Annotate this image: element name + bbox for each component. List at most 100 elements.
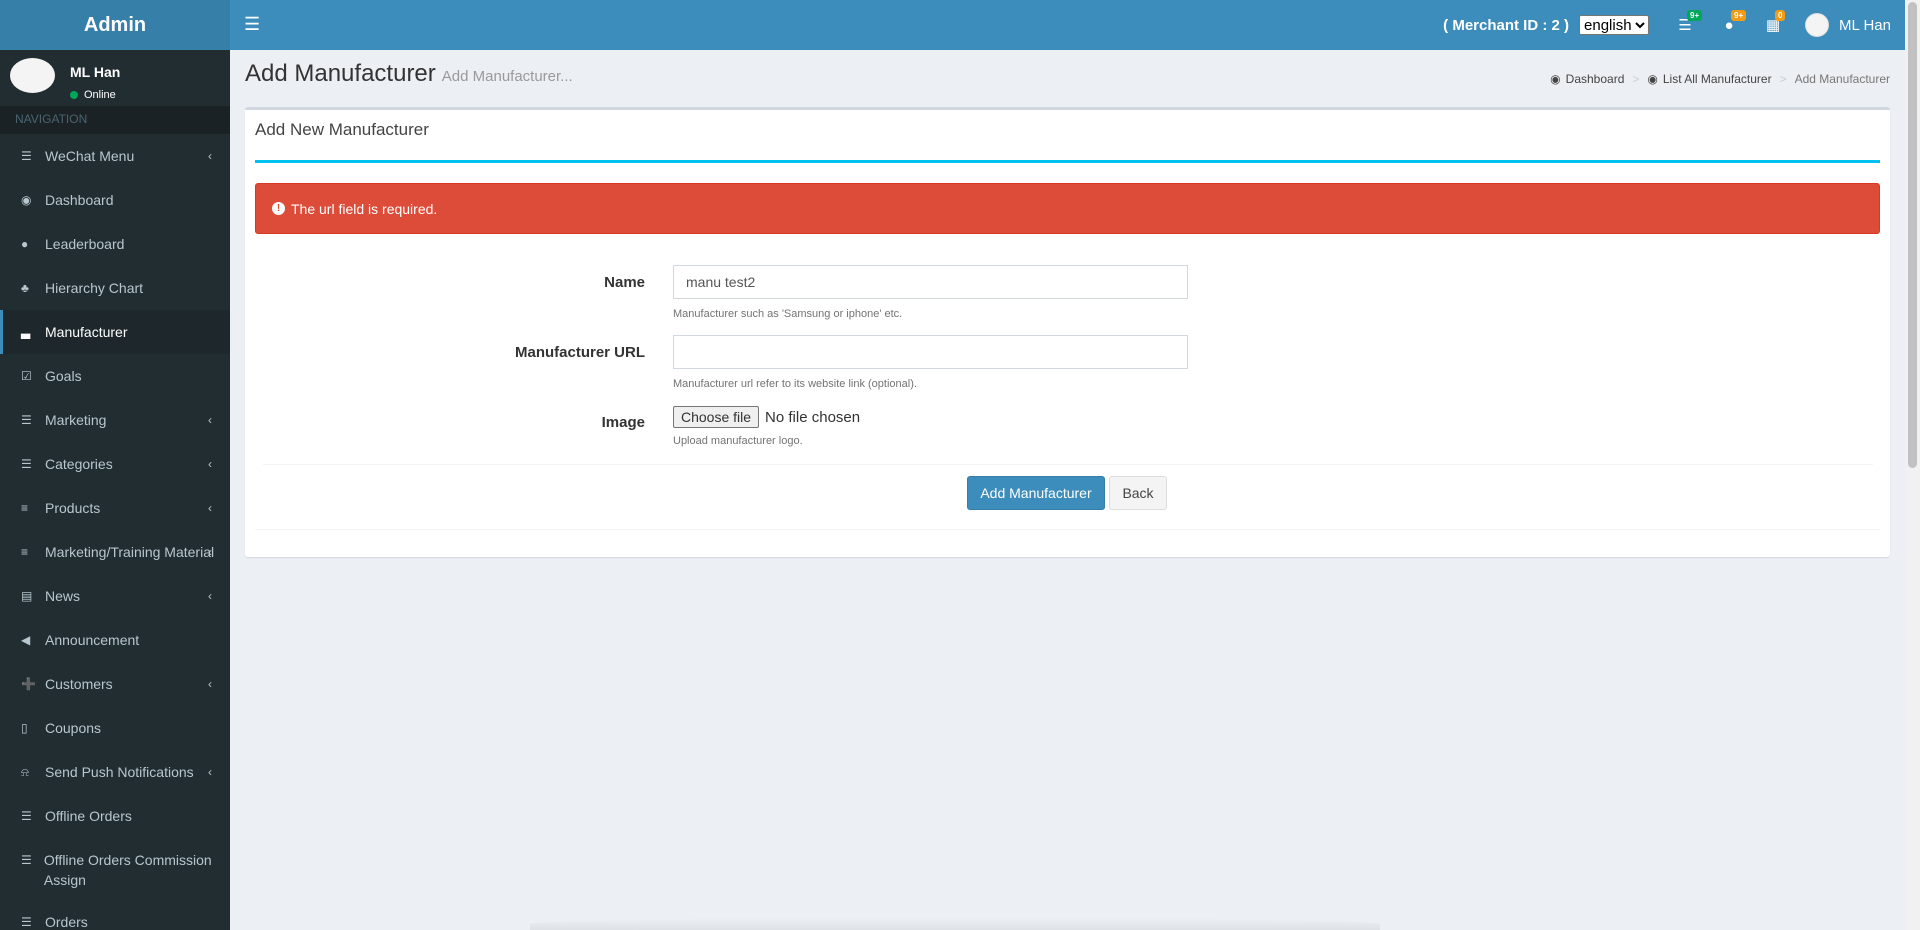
chevron-left-icon: ‹ bbox=[208, 765, 212, 779]
sidebar-toggle-icon[interactable]: ☰ bbox=[244, 14, 264, 34]
language-select[interactable]: english bbox=[1579, 15, 1650, 35]
page-title: Add Manufacturer bbox=[245, 60, 436, 87]
breadcrumb-list-manufacturer[interactable]: List All Manufacturer bbox=[1663, 72, 1772, 86]
check-square-icon: ☑ bbox=[21, 369, 32, 383]
top-navbar: ☰ ( Merchant ID : 2 ) english ☰ 9+ ● 9+ … bbox=[230, 0, 1905, 50]
breadcrumb-current: Add Manufacturer bbox=[1794, 72, 1890, 86]
sidebar-item-label: Offline Orders bbox=[45, 808, 132, 824]
chevron-left-icon: ‹ bbox=[208, 457, 212, 471]
choose-file-button[interactable]: Choose file bbox=[673, 406, 760, 428]
image-help: Upload manufacturer logo. bbox=[673, 435, 803, 447]
scrollbar-thumb[interactable] bbox=[1908, 2, 1917, 468]
sidebar-item-label: Hierarchy Chart bbox=[45, 280, 144, 296]
users-badge: 9+ bbox=[1731, 10, 1747, 21]
error-message: The url field is required. bbox=[291, 200, 438, 217]
sidebar-item-dashboard[interactable]: ◉ Dashboard bbox=[0, 178, 230, 222]
sidebar-item-marketing[interactable]: ☰ Marketing ‹ bbox=[0, 398, 230, 442]
sidebar-item-orders[interactable]: ☰ Orders bbox=[0, 900, 230, 930]
divider bbox=[255, 160, 1880, 163]
bell-icon: ⍾ bbox=[21, 764, 29, 779]
sidebar-item-customers[interactable]: ➕ Customers ‹ bbox=[0, 662, 230, 706]
name-label: Name bbox=[604, 274, 645, 291]
page-shadow bbox=[530, 918, 1380, 930]
industry-icon: ▃ bbox=[21, 325, 31, 339]
sidebar-menu: ☰ WeChat Menu ‹ ◉ Dashboard ● Leaderboard ♣ Hier… bbox=[0, 134, 230, 930]
apps-menu[interactable]: ▦ 0 bbox=[1751, 0, 1795, 50]
sidebar-item-announcement[interactable]: ◀ Announcement bbox=[0, 618, 230, 662]
url-input[interactable] bbox=[673, 335, 1188, 369]
image-file-input[interactable]: Choose file No file chosen bbox=[673, 406, 860, 428]
sidebar-item-label: Coupons bbox=[45, 720, 102, 736]
name-input[interactable] bbox=[673, 265, 1188, 299]
error-alert: ! The url field is required. bbox=[255, 183, 1880, 234]
sidebar-item-hierarchy-chart[interactable]: ♣ Hierarchy Chart bbox=[0, 266, 230, 310]
sidebar-item-label: Marketing/Training Material bbox=[45, 544, 215, 560]
sidebar-item-label: Categories bbox=[45, 456, 113, 472]
url-label: Manufacturer URL bbox=[514, 344, 645, 361]
user-avatar bbox=[10, 58, 55, 93]
user-plus-icon: ➕ bbox=[21, 677, 36, 691]
sidebar-item-label: Offline Orders Commission Assign bbox=[43, 852, 212, 888]
sidebar-item-send-push-notifications[interactable]: ⍾ Send Push Notifications ‹ bbox=[0, 750, 230, 794]
merchant-id: ( Merchant ID : 2 ) bbox=[1443, 16, 1570, 34]
nav-header: NAVIGATION bbox=[0, 106, 230, 134]
back-button[interactable]: Back bbox=[1109, 476, 1167, 510]
sidebar-item-wechat-menu[interactable]: ☰ WeChat Menu ‹ bbox=[0, 134, 230, 178]
sidebar-item-coupons[interactable]: ▯ Coupons bbox=[0, 706, 230, 750]
bars-icon: ☰ bbox=[21, 149, 32, 163]
sidebar-item-news[interactable]: ▤ News ‹ bbox=[0, 574, 230, 618]
bars-icon: ☰ bbox=[21, 457, 32, 471]
file-status: No file chosen bbox=[765, 408, 861, 426]
tasks-menu[interactable]: ☰ 9+ bbox=[1663, 0, 1707, 50]
database-icon: ≡ bbox=[21, 501, 29, 515]
tasks-badge: 9+ bbox=[1687, 10, 1703, 21]
url-help: Manufacturer url refer to its website li… bbox=[673, 378, 917, 390]
chevron-left-icon: ‹ bbox=[208, 589, 212, 603]
user-panel-name: ML Han bbox=[70, 64, 121, 80]
add-manufacturer-button[interactable]: Add Manufacturer bbox=[967, 476, 1105, 510]
dashboard-icon: ◉ bbox=[21, 193, 32, 207]
list-icon: ☰ bbox=[21, 853, 32, 867]
chevron-left-icon: ‹ bbox=[208, 501, 212, 515]
chevron-left-icon: ‹ bbox=[208, 677, 212, 691]
chevron-left-icon: ‹ bbox=[208, 545, 212, 559]
avatar bbox=[1805, 13, 1830, 37]
image-label: Image bbox=[601, 414, 645, 431]
breadcrumb: ◉ Dashboard > ◉ List All Manufacturer > … bbox=[1550, 72, 1890, 86]
brand-logo[interactable]: Admin bbox=[0, 0, 230, 50]
sidebar: ML Han Online NAVIGATION ☰ WeChat Menu ‹ ◉ D… bbox=[0, 50, 230, 930]
sidebar-item-offline-orders[interactable]: ☰ Offline Orders bbox=[0, 794, 230, 838]
sidebar-item-marketing-training-material[interactable]: ≡ Marketing/Training Material ‹ bbox=[0, 530, 230, 574]
tree-icon: ♣ bbox=[21, 281, 29, 295]
user-menu[interactable]: ML Han bbox=[1795, 13, 1905, 37]
breadcrumb-dashboard[interactable]: Dashboard bbox=[1566, 72, 1625, 86]
sidebar-item-offline-orders-commission-assign[interactable]: ☰ Offline Orders Commission Assign bbox=[0, 838, 230, 900]
breadcrumb-separator: > bbox=[1632, 72, 1640, 86]
users-menu[interactable]: ● 9+ bbox=[1707, 0, 1751, 50]
sidebar-item-label: Customers bbox=[45, 676, 113, 692]
sidebar-item-label: Announcement bbox=[45, 632, 140, 648]
sidebar-item-label: WeChat Menu bbox=[45, 148, 135, 164]
content-header: Add Manufacturer Add Manufacturer... ◉ Da… bbox=[245, 60, 1890, 100]
database-icon: ≡ bbox=[21, 545, 29, 559]
tablet-icon: ▯ bbox=[21, 721, 28, 735]
sidebar-item-label: Manufacturer bbox=[45, 324, 128, 340]
sidebar-item-categories[interactable]: ☰ Categories ‹ bbox=[0, 442, 230, 486]
sidebar-item-manufacturer[interactable]: ▃ Manufacturer bbox=[0, 310, 230, 354]
scrollbar[interactable] bbox=[1905, 0, 1920, 930]
newspaper-icon: ▤ bbox=[21, 589, 33, 603]
sidebar-item-products[interactable]: ≡ Products ‹ bbox=[0, 486, 230, 530]
user-status[interactable]: Online bbox=[70, 89, 116, 101]
sidebar-item-label: Products bbox=[45, 500, 101, 516]
bars-icon: ☰ bbox=[21, 413, 32, 427]
sidebar-item-label: News bbox=[45, 588, 81, 604]
volume-icon: ◀ bbox=[21, 633, 31, 647]
dashboard-icon: ◉ bbox=[1647, 72, 1658, 86]
user-panel: ML Han Online bbox=[0, 50, 230, 106]
users-icon: ● bbox=[21, 237, 29, 251]
list-icon: ☰ bbox=[21, 809, 32, 823]
sidebar-item-goals[interactable]: ☑ Goals bbox=[0, 354, 230, 398]
sidebar-item-label: Leaderboard bbox=[45, 236, 125, 252]
form-box: Add New Manufacturer ! The url field is … bbox=[245, 107, 1890, 557]
sidebar-item-leaderboard[interactable]: ● Leaderboard bbox=[0, 222, 230, 266]
